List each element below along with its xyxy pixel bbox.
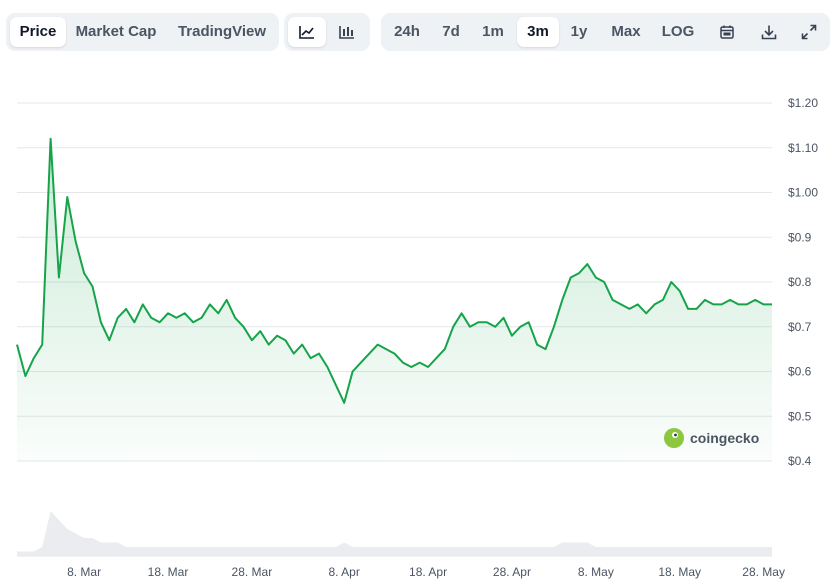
x-tick-label: 18. Apr <box>409 565 447 579</box>
y-tick-label: $0.9 <box>788 230 812 244</box>
x-tick-label: 28. May <box>742 565 785 579</box>
x-tick-label: 28. Apr <box>493 565 531 579</box>
x-tick-label: 8. Apr <box>328 565 359 579</box>
volume-area <box>17 511 772 556</box>
y-tick-label: $0.7 <box>788 320 812 334</box>
y-tick-label: $1.00 <box>788 186 818 200</box>
y-tick-label: $0.8 <box>788 275 812 289</box>
price-chart[interactable]: $1.20$1.10$1.00$0.9$0.8$0.7$0.6$0.5$0.4 … <box>0 0 836 587</box>
x-tick-label: 28. Mar <box>232 565 273 579</box>
coingecko-watermark: coingecko <box>664 428 759 448</box>
x-tick-label: 8. Mar <box>67 565 101 579</box>
y-tick-label: $1.10 <box>788 141 818 155</box>
y-tick-label: $0.5 <box>788 409 812 423</box>
y-tick-label: $0.4 <box>788 454 812 468</box>
y-axis: $1.20 $1.10 $1.00 $0.9 $0.8 $0.7 $0.6 $0.5 $0.4 <box>788 96 818 468</box>
price-area-fill <box>17 138 772 462</box>
x-tick-label: 8. May <box>578 565 614 579</box>
coingecko-logo-icon <box>664 428 684 448</box>
y-tick-label: $1.20 <box>788 96 818 110</box>
x-tick-label: 18. May <box>658 565 701 579</box>
y-tick-label: $0.6 <box>788 365 812 379</box>
x-tick-label: 18. Mar <box>148 565 189 579</box>
volume-bars <box>17 511 772 556</box>
watermark-text: coingecko <box>690 430 759 446</box>
x-axis: 8. Mar 18. Mar 28. Mar 8. Apr 18. Apr 28. Apr… <box>17 555 785 579</box>
